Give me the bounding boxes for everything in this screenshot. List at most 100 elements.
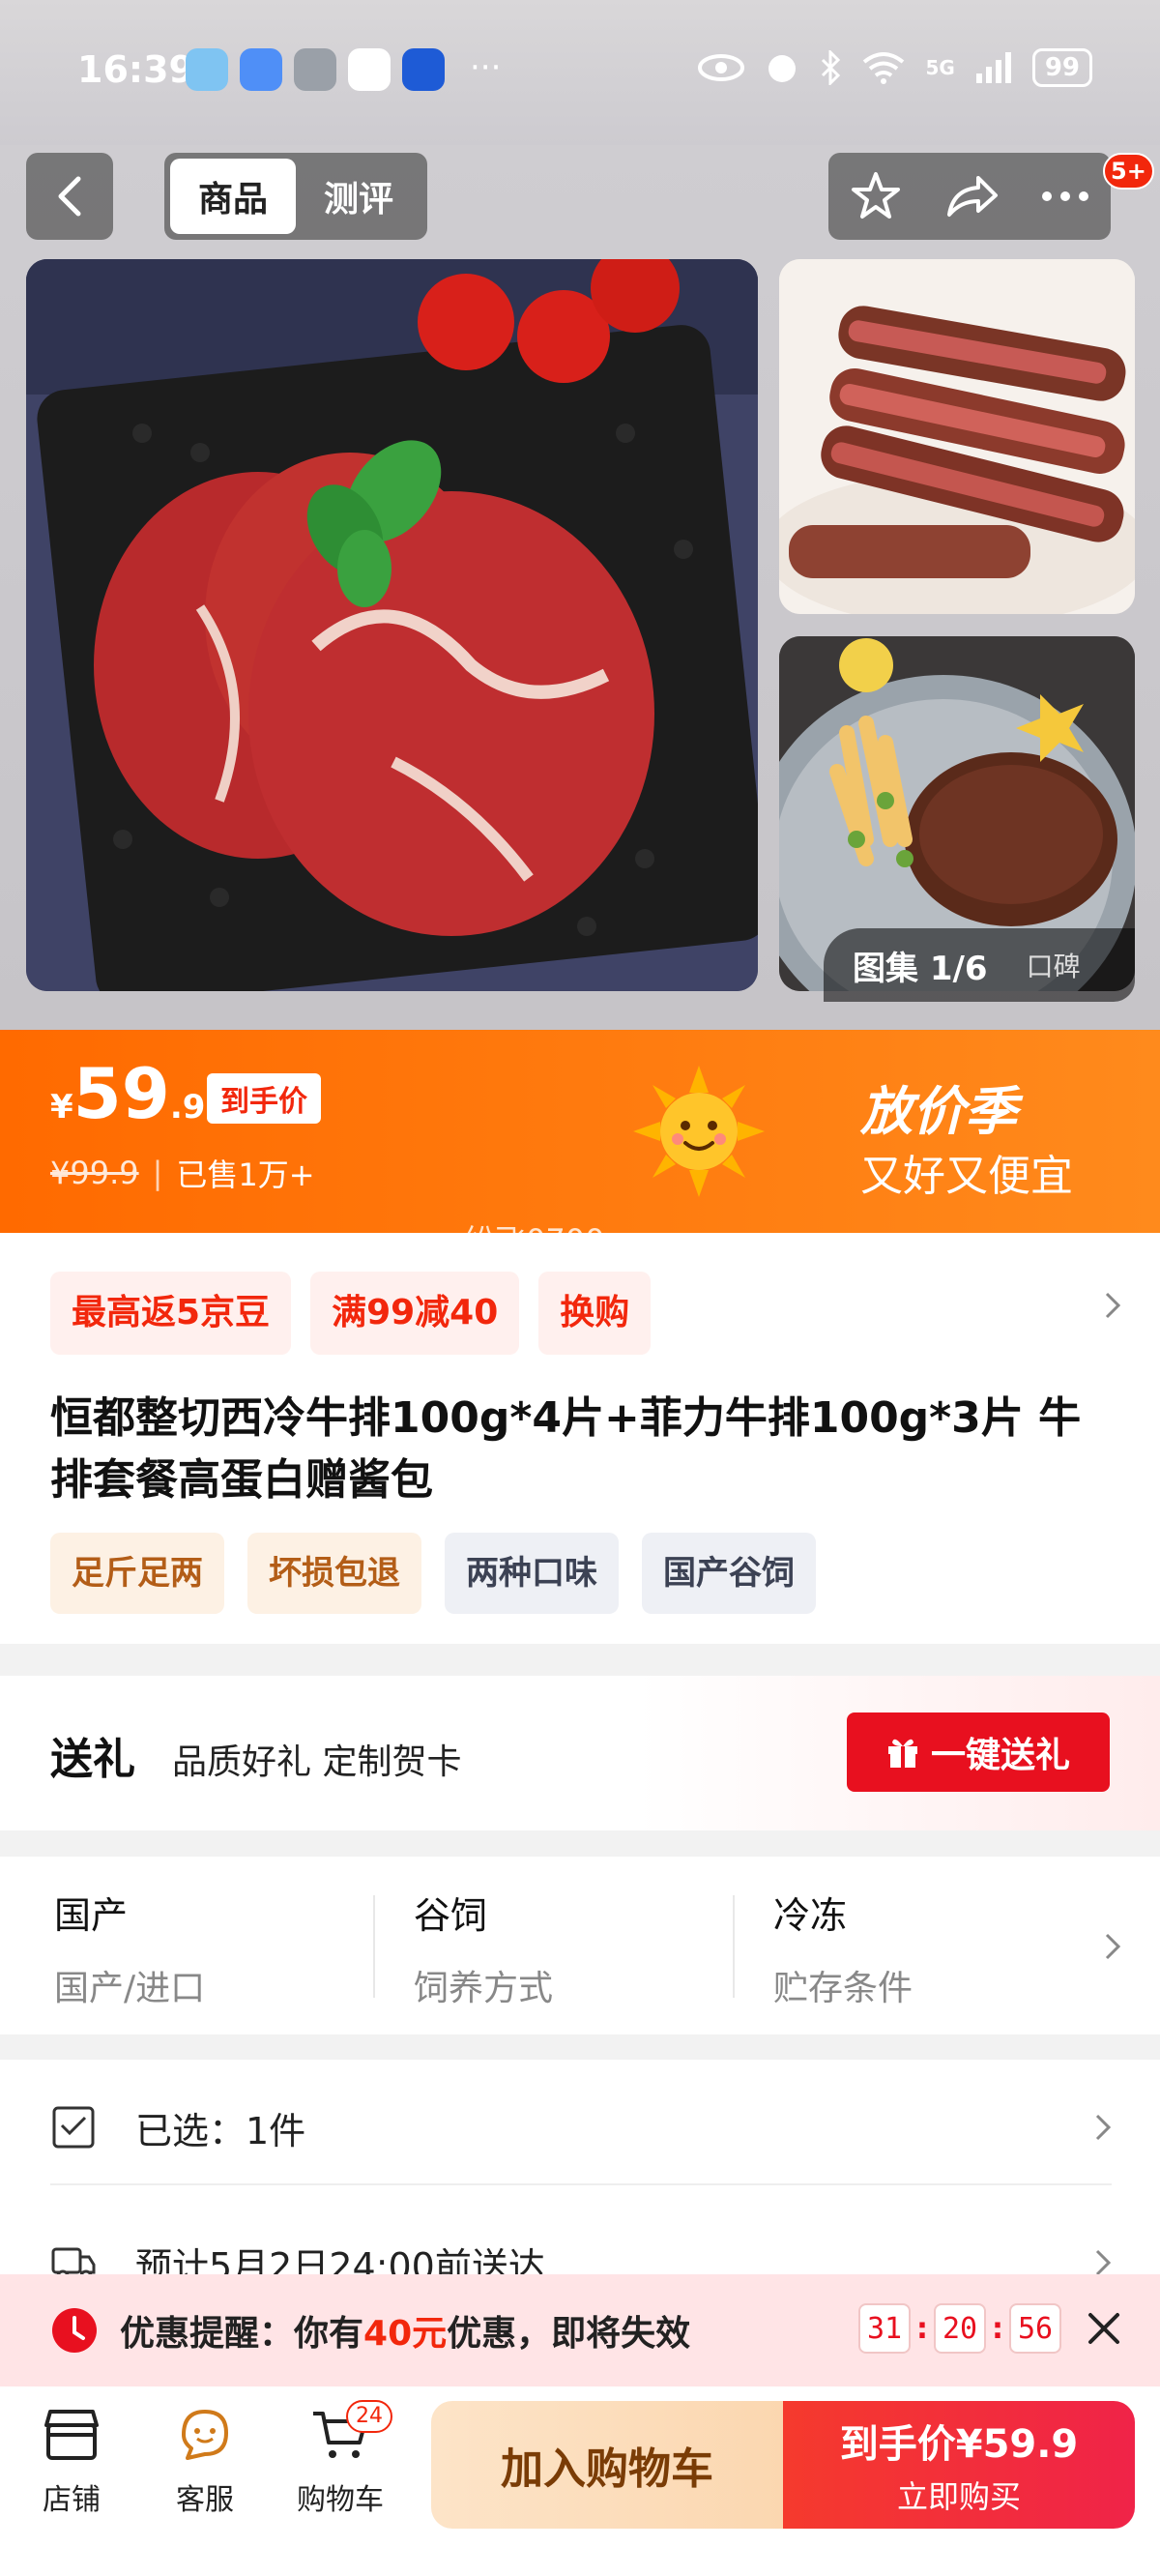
reminder-text: 优惠提醒：你有40元优惠，即将失效 <box>120 2305 690 2356</box>
price-integer: 59 <box>72 1053 170 1134</box>
signal-icon <box>975 52 1011 83</box>
close-icon[interactable] <box>1083 2307 1125 2350</box>
spec-feeding: 谷饲 饲养方式 <box>414 1886 723 2010</box>
chevron-right-icon <box>1095 2114 1112 2141</box>
more-notifications-icon: ··· <box>470 48 502 87</box>
spec-value: 国产 <box>54 1894 129 1937</box>
campaign-title: 放价季 <box>860 1081 1017 1142</box>
promo-discount[interactable]: 满99减40 <box>310 1272 520 1355</box>
promotion-list[interactable]: 最高返5京豆 满99减40 换购 <box>50 1272 652 1355</box>
network-type: 5G <box>925 56 955 79</box>
spec-key: 饲养方式 <box>414 1969 554 2008</box>
bottom-action-bar: 店铺 客服 24 购物车 加入购物车 到手价¥59.9 立即购买 <box>0 2386 1160 2576</box>
tab-review[interactable]: 测评 <box>296 159 421 234</box>
star-favorite-icon[interactable] <box>850 170 902 222</box>
product-main-image[interactable] <box>26 259 758 991</box>
coupon-reminder[interactable]: 优惠提醒：你有40元优惠，即将失效 31 : 20 : 56 <box>0 2274 1160 2386</box>
top-actions <box>828 153 1111 240</box>
cart-button[interactable]: 24 购物车 <box>282 2400 398 2518</box>
add-to-cart-button[interactable]: 加入购物车 <box>431 2401 783 2529</box>
spec-value: 冷冻 <box>773 1894 848 1937</box>
product-title: 恒都整切西冷牛排100g*4片+菲力牛排100g*3片 牛排套餐高蛋白赠酱包 <box>50 1393 1082 1505</box>
final-price: ¥ 59 .9 <box>50 1059 205 1128</box>
reminder-prefix: 优惠提醒：你有 <box>120 2314 364 2354</box>
customer-service-label: 客服 <box>176 2483 234 2517</box>
system-status-icons: 5G 99 <box>697 48 1092 87</box>
timer-hours: 31 <box>858 2303 911 2354</box>
price-banner: ¥ 59 .9 到手价 ¥99.9 | 已售1万+ 放价季 又好又便宜 <box>0 1030 1160 1233</box>
campaign-subtitle: 又好又便宜 <box>860 1152 1073 1201</box>
message-app-icon <box>240 48 282 91</box>
reviews-link[interactable]: 口碑 <box>1027 946 1081 984</box>
reminder-amount: 40元 <box>363 2314 448 2354</box>
haier-app-icon <box>402 48 445 91</box>
battery-indicator: 99 <box>1031 48 1092 87</box>
cart-count-badge: 24 <box>346 2400 392 2433</box>
store-button[interactable]: 店铺 <box>14 2406 130 2518</box>
tag-grain-fed: 国产谷饲 <box>642 1533 816 1614</box>
spec-storage: 冷冻 贮存条件 <box>773 1886 1083 2010</box>
selected-spec-row[interactable]: 已选：1件 <box>50 2069 1112 2185</box>
clock-icon <box>52 2308 97 2353</box>
currency-symbol: ¥ <box>50 1088 73 1127</box>
tag-two-flavors: 两种口味 <box>445 1533 619 1614</box>
checklist-icon <box>52 2106 95 2149</box>
gallery-count-label: 图集 1/6 <box>853 949 988 988</box>
customer-service-button[interactable]: 客服 <box>147 2406 263 2518</box>
timer-separator: : <box>916 2311 928 2346</box>
share-icon[interactable] <box>943 172 1000 220</box>
steak-plate-illustration <box>26 259 758 991</box>
sold-count: 已售1万+ <box>176 1156 315 1193</box>
countdown-timer: 31 : 20 : 56 <box>858 2303 1061 2354</box>
product-info-card: 最高返5京豆 满99减40 换购 恒都整切西冷牛排100g*4片+菲力牛排100… <box>0 1233 1160 1644</box>
original-price: ¥99.9 <box>50 1155 139 1191</box>
spec-value: 谷饲 <box>414 1894 488 1937</box>
cart-label: 购物车 <box>297 2483 384 2517</box>
bluetooth-icon <box>822 50 841 85</box>
alarm-icon <box>768 55 797 82</box>
spec-key: 贮存条件 <box>773 1969 914 2008</box>
spec-divider <box>733 1895 735 1998</box>
selected-quantity: 已选：1件 <box>135 2109 306 2152</box>
chevron-right-icon[interactable] <box>1104 1291 1121 1320</box>
buy-now-price: 到手价¥59.9 <box>839 2422 1079 2467</box>
gallery-counter[interactable]: 图集 1/6 口碑 <box>824 928 1135 1002</box>
send-gift-button[interactable]: 一键送礼 <box>847 1712 1110 1792</box>
status-time: 16:39 <box>77 48 194 91</box>
sun-mascot-icon <box>633 1066 765 1197</box>
mobile-app-icon <box>348 48 391 91</box>
promo-jd-beans[interactable]: 最高返5京豆 <box>50 1272 292 1355</box>
row-divider <box>50 2183 1112 2185</box>
wifi-icon <box>863 52 905 84</box>
spec-section[interactable]: 国产 国产/进口 谷饲 饲养方式 冷冻 贮存条件 <box>0 1857 1160 2034</box>
tag-full-weight: 足斤足两 <box>50 1533 224 1614</box>
product-tags: 足斤足两 坏损包退 两种口味 国产谷饲 <box>50 1533 816 1614</box>
chevron-left-icon <box>58 176 81 217</box>
final-price-tag: 到手价 <box>207 1073 321 1124</box>
sliced-steak-illustration <box>779 259 1135 614</box>
promo-exchange[interactable]: 换购 <box>538 1272 652 1355</box>
buy-now-button[interactable]: 到手价¥59.9 立即购买 <box>783 2401 1135 2529</box>
gift-section: 送礼 品质好礼 定制贺卡 一键送礼 <box>0 1676 1160 1830</box>
back-button[interactable] <box>26 153 113 240</box>
gift-box-icon <box>887 1739 917 1768</box>
price-decimal: .9 <box>169 1088 206 1127</box>
chevron-right-icon[interactable] <box>1104 1932 1121 1961</box>
timer-minutes: 20 <box>934 2303 986 2354</box>
notification-icons: ··· <box>186 48 501 91</box>
spec-divider <box>373 1895 375 1998</box>
timer-separator: : <box>992 2311 1003 2346</box>
product-thumbnail-sliced-steak[interactable] <box>779 259 1135 614</box>
more-icon[interactable] <box>1041 190 1089 202</box>
reminder-suffix: 优惠，即将失效 <box>447 2314 691 2354</box>
chevron-right-icon <box>1095 2249 1112 2276</box>
spec-key: 国产/进口 <box>54 1969 206 2008</box>
tag-damage-refund: 坏损包退 <box>247 1533 421 1614</box>
top-tab-switcher: 商品 测评 <box>164 153 427 240</box>
eye-icon <box>698 54 745 81</box>
message-badge: 5+ <box>1103 153 1154 190</box>
send-gift-label: 一键送礼 <box>930 1736 1070 1775</box>
customer-service-icon <box>182 2410 228 2460</box>
tab-product[interactable]: 商品 <box>170 159 296 234</box>
weather-app-icon <box>186 48 228 91</box>
